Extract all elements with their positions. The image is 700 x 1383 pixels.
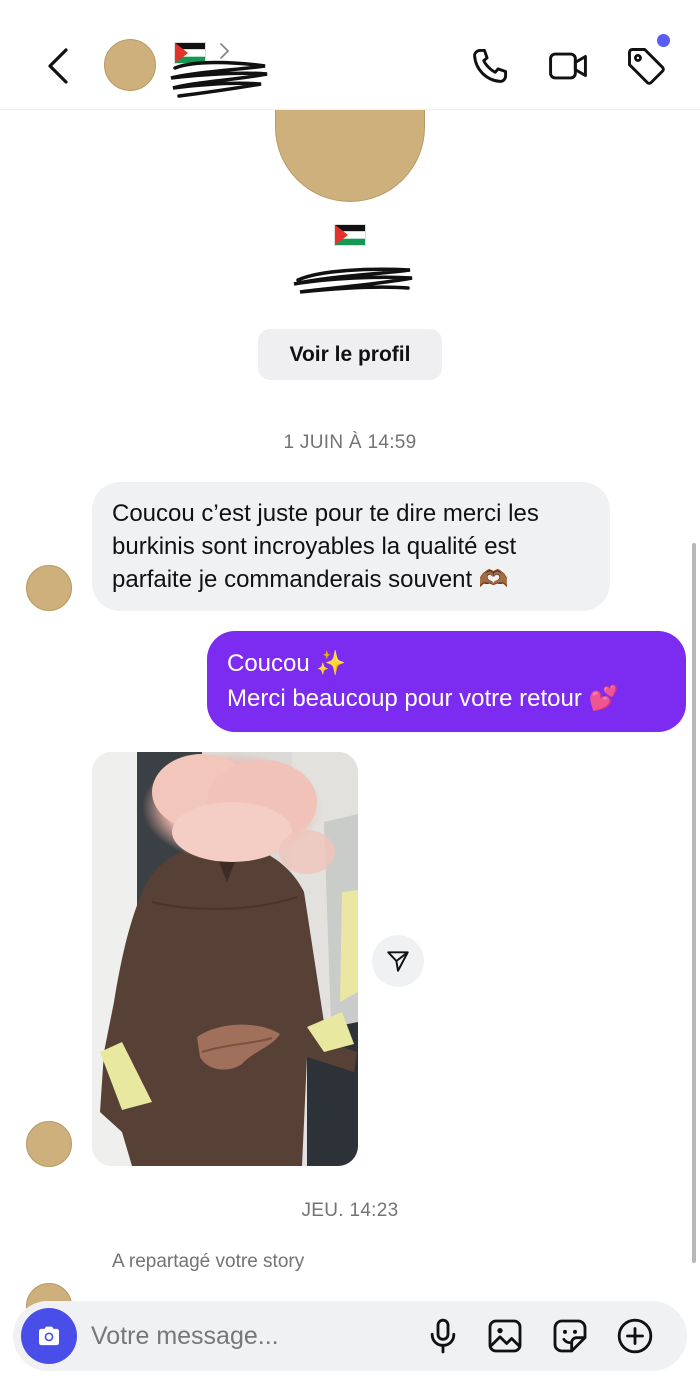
sender-avatar bbox=[26, 565, 72, 611]
camera-button[interactable] bbox=[21, 1308, 77, 1364]
gallery-icon bbox=[488, 1319, 522, 1353]
camera-icon bbox=[39, 1326, 59, 1346]
message-timestamp: JEU. 14:23 bbox=[301, 1200, 399, 1221]
message-text: parfaite je commanderais souvent 🫶🏾 bbox=[112, 566, 509, 593]
chat-header bbox=[0, 0, 700, 110]
more-options-button[interactable] bbox=[615, 1316, 655, 1356]
microphone-icon bbox=[430, 1318, 456, 1354]
back-icon bbox=[48, 48, 68, 84]
photo-image bbox=[92, 752, 358, 1166]
notification-dot bbox=[657, 34, 670, 47]
redacted-username-scribble bbox=[293, 267, 413, 294]
story-share-note: A repartagé votre story bbox=[112, 1251, 305, 1272]
contact-avatar[interactable] bbox=[104, 39, 156, 91]
message-composer bbox=[13, 1301, 687, 1371]
back-button[interactable] bbox=[38, 42, 82, 90]
message-timestamp: 1 JUIN À 14:59 bbox=[283, 432, 417, 453]
chat-screen: Voir le profil 1 JUIN À 14:59 Coucou c’e… bbox=[0, 0, 700, 1383]
tag-icon bbox=[628, 48, 665, 85]
message-text: Coucou ✨ bbox=[227, 650, 347, 677]
sticker-button[interactable] bbox=[550, 1316, 590, 1356]
message-text: Merci beaucoup pour votre retour 💕 bbox=[227, 685, 619, 712]
label-button[interactable] bbox=[624, 44, 668, 88]
plus-icon bbox=[617, 1318, 653, 1354]
message-text: burkinis sont incroyables la qualité est bbox=[112, 533, 517, 560]
share-photo-button[interactable] bbox=[372, 935, 424, 987]
photo-message[interactable] bbox=[92, 752, 358, 1166]
sender-avatar bbox=[26, 1121, 72, 1167]
redacted-username-scribble bbox=[170, 60, 268, 98]
flag-icon bbox=[334, 224, 366, 246]
outgoing-message-bubble[interactable]: Coucou ✨ Merci beaucoup pour votre retou… bbox=[207, 631, 686, 732]
incoming-message-bubble[interactable]: Coucou c’est juste pour te dire merci le… bbox=[92, 482, 610, 611]
message-input[interactable] bbox=[91, 1315, 411, 1357]
video-call-button[interactable] bbox=[546, 44, 590, 88]
voice-call-button[interactable] bbox=[468, 44, 512, 88]
sticker-icon bbox=[553, 1319, 587, 1353]
message-text: Coucou c’est juste pour te dire merci le… bbox=[112, 500, 539, 527]
voice-message-button[interactable] bbox=[423, 1316, 463, 1356]
video-camera-icon bbox=[549, 52, 587, 80]
phone-icon bbox=[473, 48, 508, 83]
gallery-button[interactable] bbox=[485, 1316, 525, 1356]
scrollbar[interactable] bbox=[692, 543, 696, 1263]
view-profile-button[interactable]: Voir le profil bbox=[258, 329, 442, 380]
send-icon bbox=[387, 951, 409, 972]
